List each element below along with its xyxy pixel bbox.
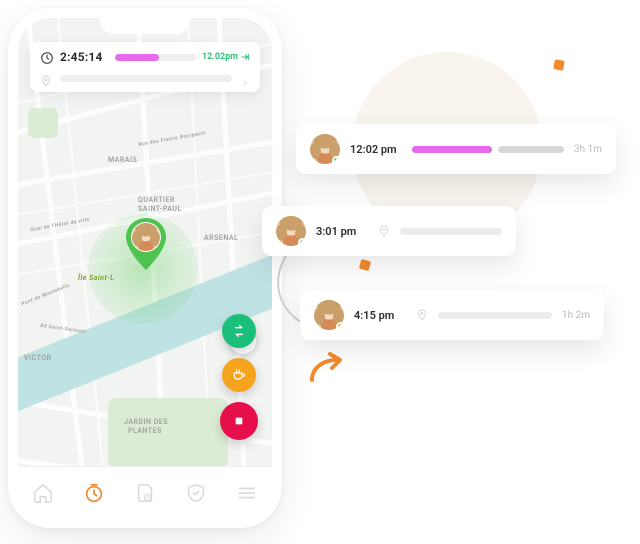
map-label: QUARTIER — [138, 196, 175, 204]
map-label: ARSENAL — [204, 234, 238, 242]
fab-column — [220, 314, 258, 440]
event-time: 4:15 pm — [354, 309, 406, 322]
map-label: SAINT-PAUL — [138, 205, 182, 213]
user-location-pin[interactable] — [126, 218, 166, 270]
decorative-dot — [553, 59, 565, 71]
timeline-event-card[interactable]: 12:02 pm 3h 1m — [296, 124, 616, 174]
event-time: 3:01 pm — [316, 225, 368, 238]
event-duration: 1h 2m — [562, 310, 590, 321]
avatar — [132, 223, 160, 251]
address-placeholder — [400, 228, 502, 235]
decorative-dot — [359, 259, 371, 271]
phone-notch — [100, 18, 190, 34]
report-icon[interactable] — [134, 482, 156, 504]
timeline-event-card[interactable]: 3:01 pm — [262, 206, 516, 256]
event-duration: 3h 1m — [574, 144, 602, 155]
progress-bar — [115, 54, 196, 61]
home-icon[interactable] — [32, 482, 54, 504]
chevron-right-icon[interactable] — [240, 73, 250, 83]
connector-arrow-icon — [306, 352, 346, 392]
avatar — [310, 134, 340, 164]
phone-frame: MARAIS QUARTIER SAINT-PAUL ARSENAL JARDI… — [8, 8, 282, 528]
break-button[interactable] — [222, 358, 256, 392]
activity-segment — [498, 146, 564, 153]
address-placeholder — [60, 75, 232, 82]
shield-icon[interactable] — [185, 482, 207, 504]
tracking-header-card: 2:45:14 12.02pm — [30, 42, 260, 92]
map-label: JARDIN DES — [124, 418, 168, 426]
map-label: MARAIS — [108, 156, 137, 164]
location-icon — [40, 72, 52, 84]
stop-button[interactable] — [220, 402, 258, 440]
elapsed-time: 2:45:14 — [60, 50, 103, 64]
clock-icon — [40, 50, 54, 64]
start-timestamp: 12.02pm — [202, 52, 250, 62]
location-icon — [416, 306, 428, 325]
map-view[interactable]: MARAIS QUARTIER SAINT-PAUL ARSENAL JARDI… — [18, 18, 272, 518]
address-placeholder — [438, 312, 552, 319]
menu-icon[interactable] — [236, 482, 258, 504]
status-dot — [298, 238, 306, 246]
avatar — [276, 216, 306, 246]
status-dot — [332, 156, 340, 164]
bottom-nav — [18, 466, 272, 518]
map-label: PLANTES — [128, 427, 162, 435]
map-label: VICTOR — [24, 354, 52, 362]
timeline-event-card[interactable]: 4:15 pm 1h 2m — [300, 290, 604, 340]
swap-route-button[interactable] — [222, 314, 256, 348]
progress-bar-fill — [115, 54, 160, 61]
location-icon — [378, 222, 390, 241]
avatar — [314, 300, 344, 330]
timer-icon[interactable] — [83, 482, 105, 504]
activity-segment — [412, 146, 492, 153]
event-time: 12:02 pm — [350, 143, 402, 156]
status-dot — [336, 322, 344, 330]
